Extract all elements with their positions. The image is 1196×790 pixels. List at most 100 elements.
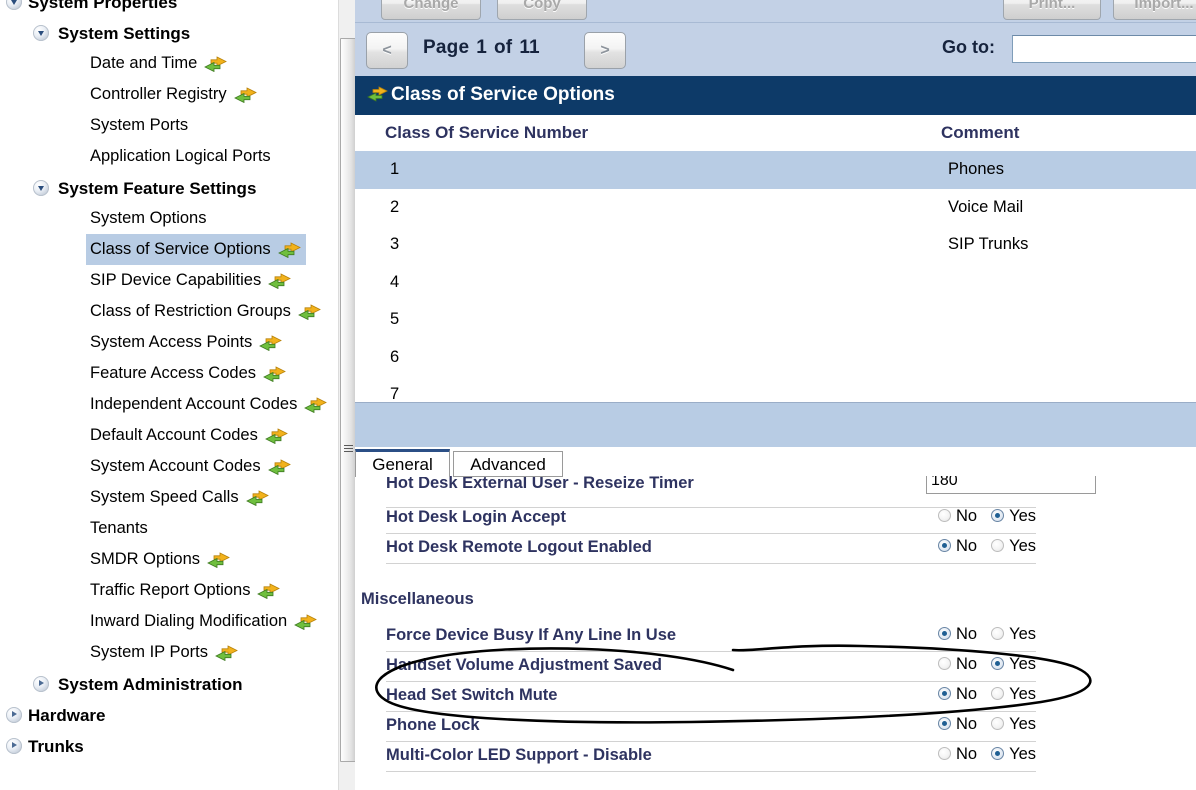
- radio-no-label: No: [956, 715, 978, 733]
- panel-title-bar: Class of Service Options: [355, 76, 1196, 115]
- table-row[interactable]: 6: [355, 339, 1196, 377]
- yes-no-radio-group[interactable]: No Yes: [938, 507, 1036, 526]
- chevron-down-icon[interactable]: [33, 24, 49, 41]
- table-row[interactable]: 5: [355, 301, 1196, 339]
- tree-item-class-of-restriction-groups[interactable]: Class of Restriction Groups: [0, 296, 338, 327]
- tree-item-feature-access-codes[interactable]: Feature Access Codes: [0, 358, 338, 389]
- radio-yes[interactable]: [991, 627, 1005, 640]
- tree-item-system-account-codes[interactable]: System Account Codes: [0, 451, 338, 482]
- yes-no-radio-group[interactable]: No Yes: [938, 685, 1036, 704]
- chevron-right-icon[interactable]: [33, 675, 49, 692]
- radio-no[interactable]: [938, 687, 951, 700]
- import-button[interactable]: Import...: [1113, 0, 1196, 20]
- tree-item-system-speed-calls[interactable]: System Speed Calls: [0, 482, 338, 513]
- radio-yes-label: Yes: [1009, 745, 1037, 763]
- radio-no[interactable]: [938, 657, 951, 670]
- tree-item-content: Class of Restriction Groups: [90, 302, 322, 320]
- radio-no[interactable]: [938, 717, 951, 730]
- print-button[interactable]: Print...: [1003, 0, 1101, 20]
- radio-yes[interactable]: [991, 687, 1005, 700]
- shortcut-arrows-icon: [215, 645, 239, 661]
- yes-no-radio-group[interactable]: No Yes: [938, 715, 1036, 734]
- tree-item-content: Controller Registry: [90, 85, 258, 103]
- shortcut-arrows-icon: [245, 490, 270, 506]
- tree-item-trunks[interactable]: Trunks: [0, 730, 338, 761]
- radio-yes[interactable]: [991, 509, 1005, 522]
- of-word: of: [494, 37, 513, 58]
- form-row-label: Hot Desk Login Accept: [386, 508, 566, 526]
- tab-advanced[interactable]: Advanced: [453, 451, 563, 477]
- yes-no-radio-group[interactable]: No Yes: [938, 625, 1036, 644]
- table-row[interactable]: 2 Voice Mail: [355, 189, 1196, 227]
- table-row[interactable]: 1 Phones: [355, 151, 1196, 189]
- previous-page-button[interactable]: <: [366, 32, 408, 69]
- radio-yes[interactable]: [991, 657, 1005, 670]
- chevron-down-icon[interactable]: [33, 179, 49, 196]
- yes-no-radio-group[interactable]: No Yes: [938, 537, 1036, 556]
- copy-button[interactable]: Copy: [497, 0, 587, 20]
- tree-item-system-access-points[interactable]: System Access Points: [0, 327, 338, 358]
- change-button[interactable]: Change: [381, 0, 481, 20]
- tree-item-independent-account-codes[interactable]: Independent Account Codes: [0, 389, 338, 420]
- radio-yes[interactable]: [991, 747, 1005, 760]
- reseize-timer-input[interactable]: [926, 476, 1096, 494]
- form-row: Hot Desk Remote Logout Enabled No Yes: [355, 534, 1196, 564]
- settings-form[interactable]: Miscellaneous Hot Desk External User - Re…: [355, 476, 1196, 790]
- tree-item-system-settings[interactable]: System Settings: [0, 17, 338, 48]
- tree-item-inward-dialing-modification[interactable]: Inward Dialing Modification: [0, 606, 338, 637]
- radio-no[interactable]: [938, 627, 951, 640]
- shortcut-arrows-icon: [294, 614, 318, 630]
- tree-item-system-properties[interactable]: System Properties: [0, 0, 338, 17]
- radio-no[interactable]: [938, 539, 951, 552]
- tree-item-tenants[interactable]: Tenants: [0, 513, 338, 544]
- tree-item-smdr-options[interactable]: SMDR Options: [0, 544, 338, 575]
- yes-no-radio-group[interactable]: No Yes: [938, 745, 1036, 764]
- tree-item-label: Inward Dialing Modification: [90, 612, 288, 631]
- tree-item-label: System Ports: [90, 116, 189, 135]
- chevron-right-icon[interactable]: [6, 706, 22, 723]
- tree-item-system-ports[interactable]: System Ports: [0, 110, 338, 141]
- tree-item-system-feature-settings[interactable]: System Feature Settings: [0, 172, 338, 203]
- tree-item-label: System Access Points: [90, 333, 253, 352]
- tab-strip[interactable]: General Advanced: [355, 449, 1196, 477]
- tree-item-label: Tenants: [90, 519, 148, 538]
- tree-scrollbar[interactable]: [338, 0, 356, 790]
- tree-item-controller-registry[interactable]: Controller Registry: [0, 79, 338, 110]
- tree-item-class-of-service-options[interactable]: Class of Service Options: [0, 234, 338, 266]
- form-row: Force Device Busy If Any Line In Use No Ye…: [355, 622, 1196, 652]
- table-row[interactable]: 4: [355, 264, 1196, 302]
- chevron-right-icon[interactable]: [6, 737, 22, 754]
- radio-yes-label: Yes: [1009, 715, 1037, 733]
- shortcut-arrows-icon: [257, 583, 281, 599]
- shortcut-arrows-icon: [267, 459, 292, 475]
- navigation-tree[interactable]: System Properties System Settings Date and…: [0, 0, 338, 790]
- tree-item-hardware[interactable]: Hardware: [0, 699, 338, 730]
- goto-input[interactable]: [1012, 35, 1196, 63]
- radio-no-label: No: [956, 625, 978, 643]
- tree-item-date-and-time[interactable]: Date and Time: [0, 48, 338, 79]
- tree-item-default-account-codes[interactable]: Default Account Codes: [0, 420, 338, 451]
- radio-yes[interactable]: [991, 717, 1005, 730]
- tree-item-content: SIP Device Capabilities: [90, 271, 292, 289]
- scrollbar-grip-icon: [344, 445, 353, 454]
- tree-item-system-options[interactable]: System Options: [0, 203, 338, 234]
- tree-item-sip-device-capabilities[interactable]: SIP Device Capabilities: [0, 265, 338, 296]
- tree-item-label: Independent Account Codes: [90, 395, 298, 414]
- yes-no-radio-group[interactable]: No Yes: [938, 655, 1036, 674]
- shortcut-arrows-icon: [259, 335, 283, 351]
- tree-item-system-administration[interactable]: System Administration: [0, 668, 338, 699]
- tree-item-content: SMDR Options: [90, 550, 231, 568]
- cell-comment: Voice Mail: [948, 197, 1024, 216]
- radio-yes[interactable]: [991, 539, 1005, 552]
- tree-item-traffic-report-options[interactable]: Traffic Report Options: [0, 575, 338, 606]
- radio-no[interactable]: [938, 747, 951, 760]
- tree-item-system-ip-ports[interactable]: System IP Ports: [0, 637, 338, 668]
- chevron-down-icon[interactable]: [6, 0, 22, 10]
- tab-general[interactable]: General: [355, 449, 450, 477]
- next-page-button[interactable]: >: [584, 32, 626, 69]
- tree-item-application-logical-ports[interactable]: Application Logical Ports: [0, 141, 338, 172]
- tree-scrollbar-thumb[interactable]: [340, 38, 356, 762]
- radio-no[interactable]: [938, 509, 951, 522]
- tree-item-content: Application Logical Ports: [90, 147, 271, 165]
- table-row[interactable]: 3 SIP Trunks: [355, 226, 1196, 264]
